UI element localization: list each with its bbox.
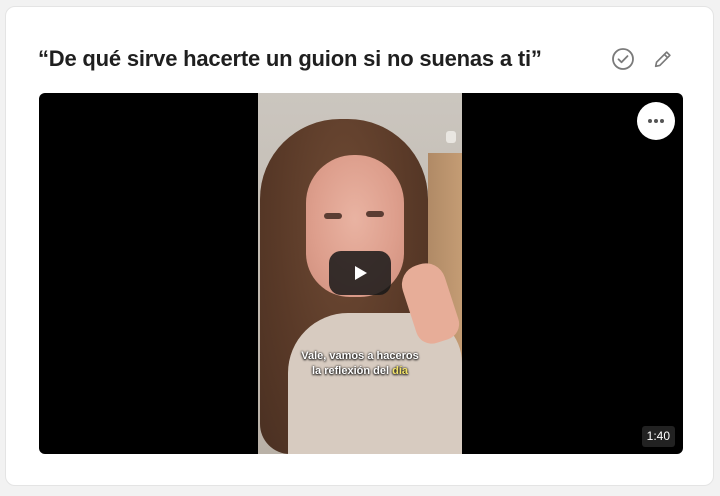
card-title: “De qué sirve hacerte un guion si no sue… [38,46,542,71]
pencil-icon[interactable] [651,47,675,71]
caption-highlight: día [392,365,408,377]
check-circle-icon[interactable] [611,47,635,71]
caption-line-1: Vale, vamos a haceros [301,350,419,362]
caption-line-2: la reflexión del día [258,364,462,379]
duration-badge: 1:40 [641,426,675,447]
more-options-button[interactable] [637,102,675,140]
caption-line-2-text: la reflexión del [312,365,393,377]
video-card: “De qué sirve hacerte un guion si no sue… [5,6,714,486]
title-actions [611,47,675,71]
person-eye-right [366,211,384,217]
more-horizontal-icon [648,119,664,123]
play-button[interactable] [329,251,391,295]
play-icon [355,266,367,280]
background-lamp [446,131,456,143]
person-eye-left [324,213,342,219]
video-player[interactable]: Vale, vamos a haceros la reflexión del d… [39,93,683,454]
video-caption: Vale, vamos a haceros la reflexión del d… [258,349,462,379]
